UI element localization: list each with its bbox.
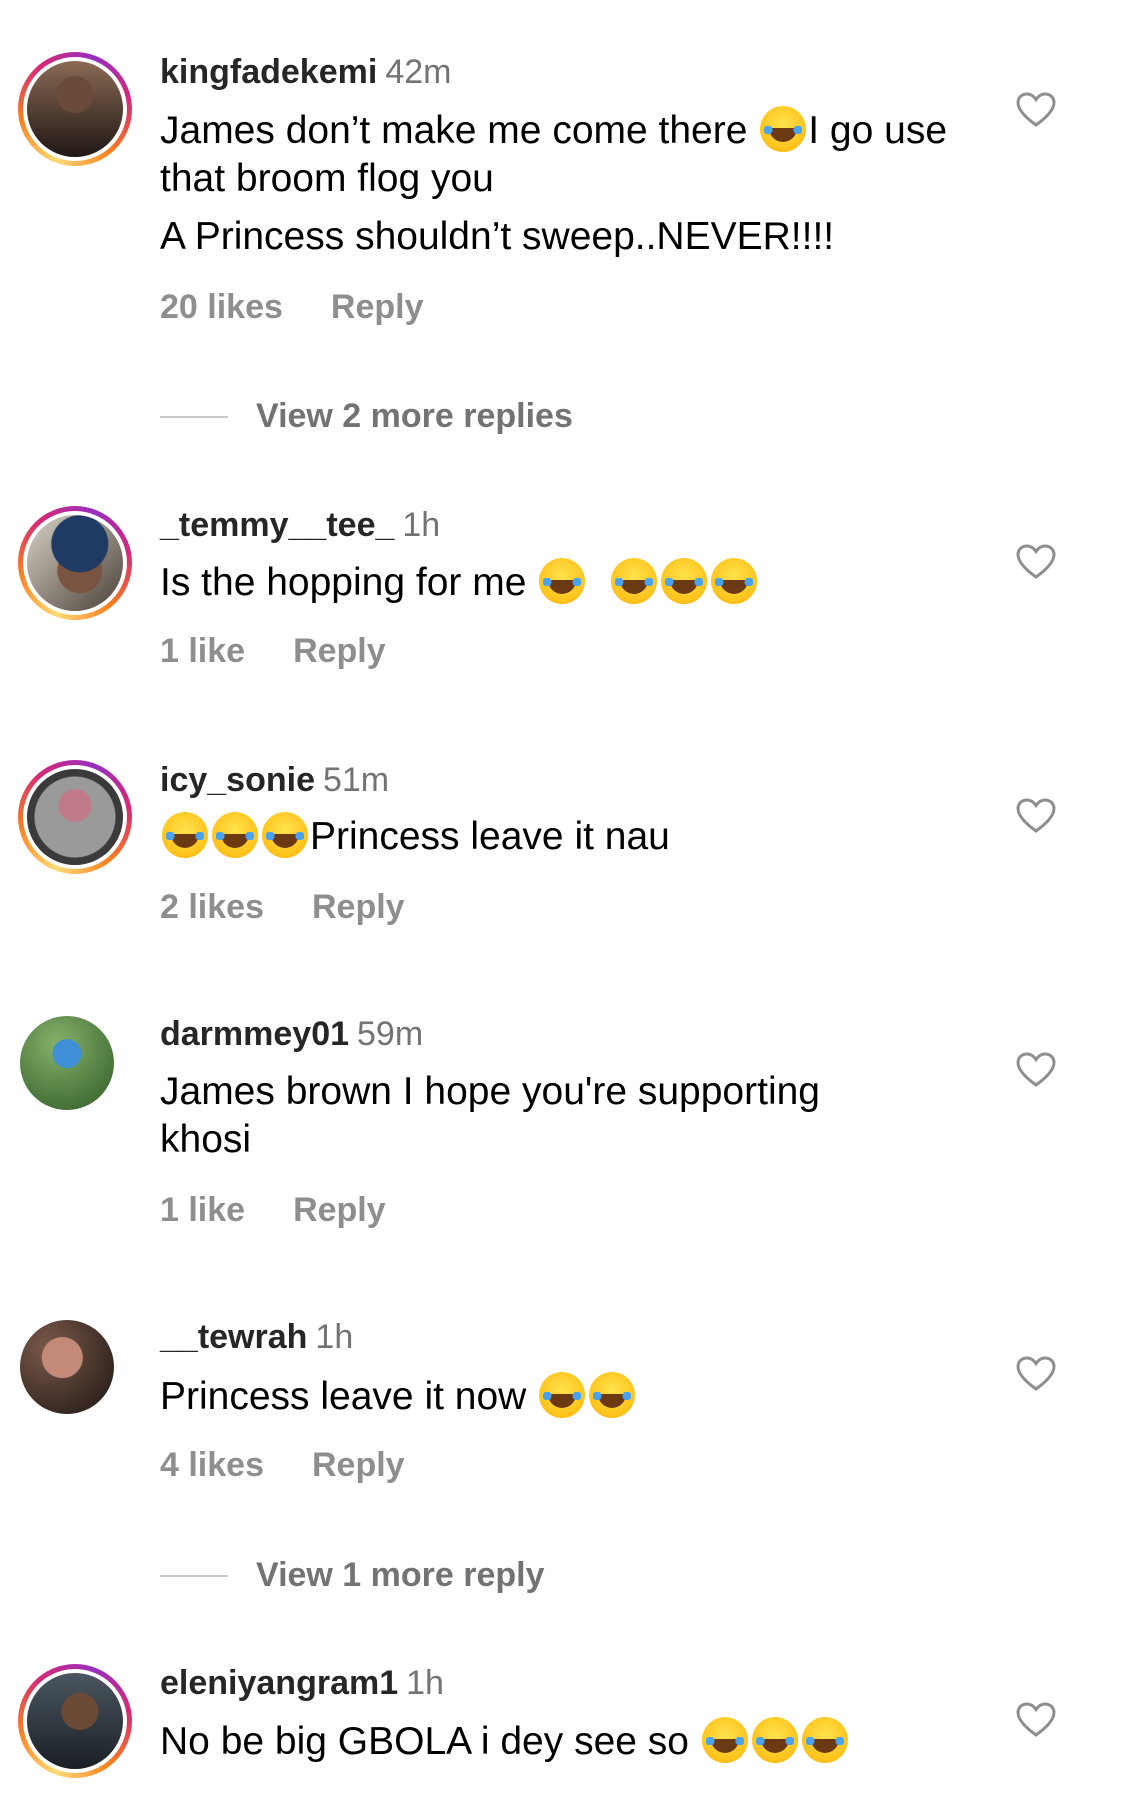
- reply-button[interactable]: Reply: [312, 1446, 405, 1484]
- username[interactable]: darmmey01: [160, 1015, 349, 1053]
- heart-icon[interactable]: [1016, 1052, 1056, 1088]
- avatar-story-ring[interactable]: [18, 52, 132, 166]
- comment-text: No be big GBOLA i dey see so: [160, 1717, 980, 1766]
- laughing-emoji-icon: [539, 558, 586, 604]
- heart-icon[interactable]: [1016, 544, 1056, 580]
- view-replies-label[interactable]: View 1 more reply: [256, 1555, 545, 1595]
- heart-icon[interactable]: [1016, 92, 1056, 128]
- laughing-emoji-icon: [589, 1372, 636, 1418]
- heart-icon[interactable]: [1016, 1356, 1056, 1392]
- avatar[interactable]: [20, 1320, 114, 1414]
- username[interactable]: eleniyangram1: [160, 1664, 398, 1702]
- laughing-emoji-icon: [701, 1717, 748, 1763]
- avatar-story-ring[interactable]: [18, 760, 132, 874]
- laughing-emoji-icon: [801, 1717, 848, 1763]
- laughing-emoji-icon: [660, 558, 707, 604]
- laughing-emoji-icon: [610, 558, 657, 604]
- comment-text: James don’t make me come there I go use …: [160, 106, 980, 261]
- laughing-emoji-icon: [710, 558, 757, 604]
- avatar: [27, 769, 123, 865]
- comment-text: Is the hopping for me: [160, 558, 980, 607]
- comment-time: 51m: [322, 761, 390, 799]
- avatar: [27, 61, 123, 157]
- reply-button[interactable]: Reply: [293, 632, 386, 670]
- replies-divider: [160, 416, 228, 418]
- comment-time: 1h: [406, 1664, 444, 1702]
- laughing-emoji-icon: [212, 812, 258, 858]
- username[interactable]: _temmy__tee_: [160, 506, 394, 544]
- likes-count[interactable]: 1 like: [160, 632, 245, 670]
- reply-button[interactable]: Reply: [331, 288, 424, 326]
- replies-divider: [160, 1575, 228, 1577]
- avatar: [27, 515, 123, 611]
- heart-icon[interactable]: [1016, 1702, 1056, 1738]
- username[interactable]: kingfadekemi: [160, 53, 377, 91]
- comment-text: James brown I hope you're supporting kho…: [160, 1070, 820, 1161]
- comment-time: 1h: [402, 506, 441, 544]
- avatar-story-ring[interactable]: [18, 506, 132, 620]
- laughing-emoji-icon: [751, 1717, 798, 1763]
- avatar[interactable]: [20, 1016, 114, 1110]
- heart-icon[interactable]: [1016, 798, 1056, 834]
- comment-text: Princess leave it nau: [160, 812, 980, 861]
- comment-time: 1h: [315, 1318, 354, 1356]
- laughing-emoji-icon: [262, 812, 308, 858]
- comment-time: 42m: [385, 53, 452, 91]
- likes-count[interactable]: 2 likes: [160, 888, 264, 926]
- likes-count[interactable]: 20 likes: [160, 288, 283, 326]
- avatar-story-ring[interactable]: [18, 1664, 132, 1778]
- laughing-emoji-icon: [162, 812, 208, 858]
- view-replies-label[interactable]: View 2 more replies: [256, 396, 573, 436]
- avatar: [27, 1673, 123, 1769]
- comment-text: Princess leave it now: [160, 1372, 980, 1421]
- laughing-emoji-icon: [760, 106, 807, 152]
- likes-count[interactable]: 4 likes: [160, 1446, 264, 1484]
- username[interactable]: icy_sonie: [160, 761, 315, 799]
- username[interactable]: __tewrah: [160, 1318, 307, 1356]
- laughing-emoji-icon: [539, 1372, 586, 1418]
- comment-time: 59m: [357, 1015, 424, 1053]
- reply-button[interactable]: Reply: [293, 1191, 386, 1229]
- reply-button[interactable]: Reply: [312, 888, 405, 926]
- likes-count[interactable]: 1 like: [160, 1191, 245, 1229]
